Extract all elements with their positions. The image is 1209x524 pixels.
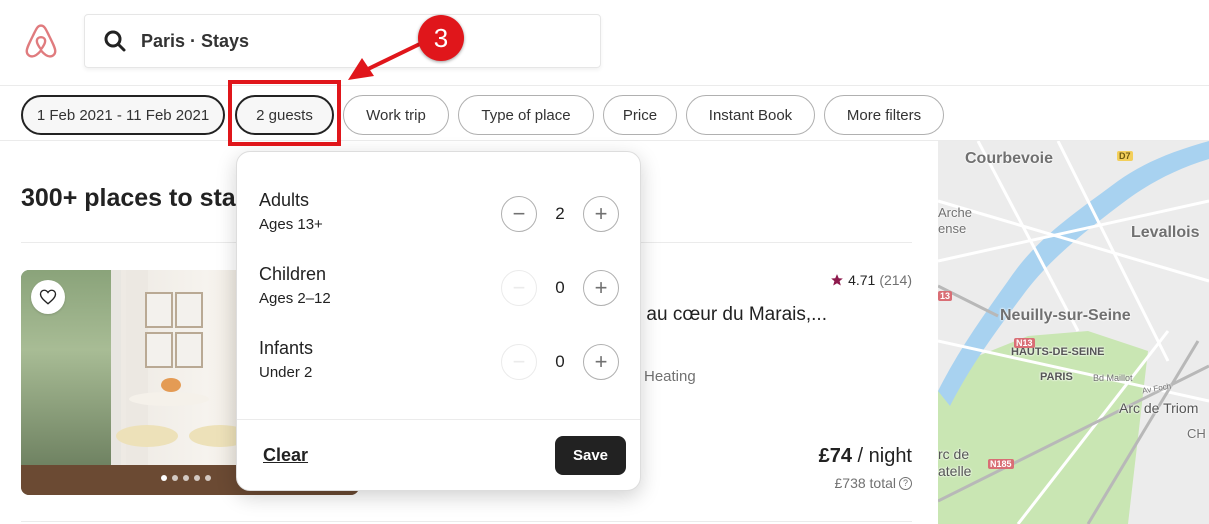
search-icon bbox=[104, 30, 126, 52]
photo-stool bbox=[116, 425, 178, 447]
map-label: PARIS bbox=[1040, 371, 1073, 383]
carousel-dot[interactable] bbox=[172, 475, 178, 481]
more-filters-pill[interactable]: More filters bbox=[824, 95, 944, 135]
map-canvas bbox=[938, 141, 1209, 524]
photo-table bbox=[129, 392, 209, 406]
photo-frame bbox=[175, 292, 203, 328]
road-badge: D7 bbox=[1117, 151, 1133, 161]
map[interactable]: Courbevoie Levallois Neuilly-sur-Seine H… bbox=[938, 141, 1209, 524]
map-label: Neuilly-sur-Seine bbox=[1000, 307, 1131, 324]
guest-row-label: Infants bbox=[259, 338, 314, 358]
instant-book-filter-pill[interactable]: Instant Book bbox=[686, 95, 815, 135]
annotation-step-badge: 3 bbox=[418, 15, 464, 61]
map-label: atelle bbox=[938, 463, 972, 479]
price-value: £74 bbox=[818, 445, 852, 467]
guest-row-children: Children Ages 2–12 − 0 + bbox=[259, 264, 619, 314]
increment-children-button[interactable]: + bbox=[583, 270, 619, 306]
header: Paris · Stays bbox=[0, 0, 1209, 86]
road-badge: N13 bbox=[1014, 338, 1035, 348]
divider bbox=[21, 521, 912, 522]
photo-frame bbox=[145, 332, 173, 368]
map-label: Bd Maillot bbox=[1093, 373, 1133, 383]
photo-frame bbox=[145, 292, 173, 328]
clear-button[interactable]: Clear bbox=[263, 445, 308, 466]
guests-filter-pill[interactable]: 2 guests bbox=[235, 95, 334, 135]
carousel-dot[interactable] bbox=[161, 475, 167, 481]
filter-bar: 1 Feb 2021 - 11 Feb 2021 2 guests Work t… bbox=[0, 87, 1209, 141]
map-label: Arche bbox=[938, 205, 972, 220]
decrement-adults-button[interactable]: − bbox=[501, 196, 537, 232]
listing-total: £738 total ? bbox=[834, 475, 912, 491]
listing-title[interactable]: en au cœur du Marais,... bbox=[620, 304, 827, 326]
search-text: Paris · Stays bbox=[141, 30, 250, 51]
guest-row-infants: Infants Under 2 − 0 + bbox=[259, 338, 619, 388]
help-icon[interactable]: ? bbox=[899, 476, 912, 490]
review-count: (214) bbox=[879, 272, 912, 288]
price-filter-pill[interactable]: Price bbox=[603, 95, 677, 135]
guest-row-sublabel: Ages 2–12 bbox=[259, 290, 331, 307]
map-label: Arc de Triom bbox=[1119, 400, 1199, 416]
photo-frame bbox=[175, 332, 203, 368]
children-stepper: − 0 + bbox=[501, 270, 619, 306]
guest-row-label: Children bbox=[259, 264, 327, 284]
carousel-dot[interactable] bbox=[194, 475, 200, 481]
heart-icon bbox=[39, 289, 57, 305]
infants-stepper: − 0 + bbox=[501, 344, 619, 380]
divider bbox=[237, 419, 640, 420]
type-of-place-filter-pill[interactable]: Type of place bbox=[458, 95, 594, 135]
map-label: Levallois bbox=[1131, 224, 1200, 241]
dates-filter-pill[interactable]: 1 Feb 2021 - 11 Feb 2021 bbox=[21, 95, 225, 135]
map-label: Courbevoie bbox=[965, 150, 1054, 167]
carousel-dot[interactable] bbox=[183, 475, 189, 481]
carousel-dot[interactable] bbox=[205, 475, 211, 481]
save-to-wishlist-button[interactable] bbox=[31, 280, 65, 314]
decrement-infants-button[interactable]: − bbox=[501, 344, 537, 380]
total-price: £738 total bbox=[834, 475, 897, 491]
road-badge: N185 bbox=[988, 459, 1014, 469]
decrement-children-button[interactable]: − bbox=[501, 270, 537, 306]
map-label: ense bbox=[938, 221, 967, 236]
map-label: CH bbox=[1187, 426, 1206, 441]
guest-row-sublabel: Under 2 bbox=[259, 364, 313, 381]
listing-amenity: Heating bbox=[644, 368, 696, 385]
price-unit: / night bbox=[851, 445, 913, 467]
guests-popover: Adults Ages 13+ − 2 + Children Ages 2–12… bbox=[236, 151, 641, 491]
photo-flowers bbox=[161, 378, 181, 392]
photo-carousel-dots[interactable] bbox=[161, 475, 211, 481]
map-label: rc de bbox=[938, 446, 970, 462]
increment-adults-button[interactable]: + bbox=[583, 196, 619, 232]
infants-count: 0 bbox=[555, 352, 565, 371]
guest-row-label: Adults bbox=[259, 190, 310, 210]
adults-stepper: − 2 + bbox=[501, 196, 619, 232]
save-button[interactable]: Save bbox=[555, 436, 626, 475]
rating-value: 4.71 bbox=[848, 272, 876, 288]
listing-price: £74 / night bbox=[819, 445, 912, 468]
children-count: 0 bbox=[555, 278, 565, 297]
results-heading: 300+ places to stay bbox=[21, 184, 250, 212]
airbnb-logo-icon[interactable] bbox=[22, 22, 60, 60]
adults-count: 2 bbox=[555, 204, 565, 223]
road-badge: 13 bbox=[938, 291, 953, 301]
guest-row-adults: Adults Ages 13+ − 2 + bbox=[259, 190, 619, 240]
star-icon bbox=[831, 274, 843, 286]
increment-infants-button[interactable]: + bbox=[583, 344, 619, 380]
guest-row-sublabel: Ages 13+ bbox=[259, 216, 323, 233]
work-trip-filter-pill[interactable]: Work trip bbox=[343, 95, 449, 135]
listing-rating: 4.71 (214) bbox=[830, 272, 912, 288]
